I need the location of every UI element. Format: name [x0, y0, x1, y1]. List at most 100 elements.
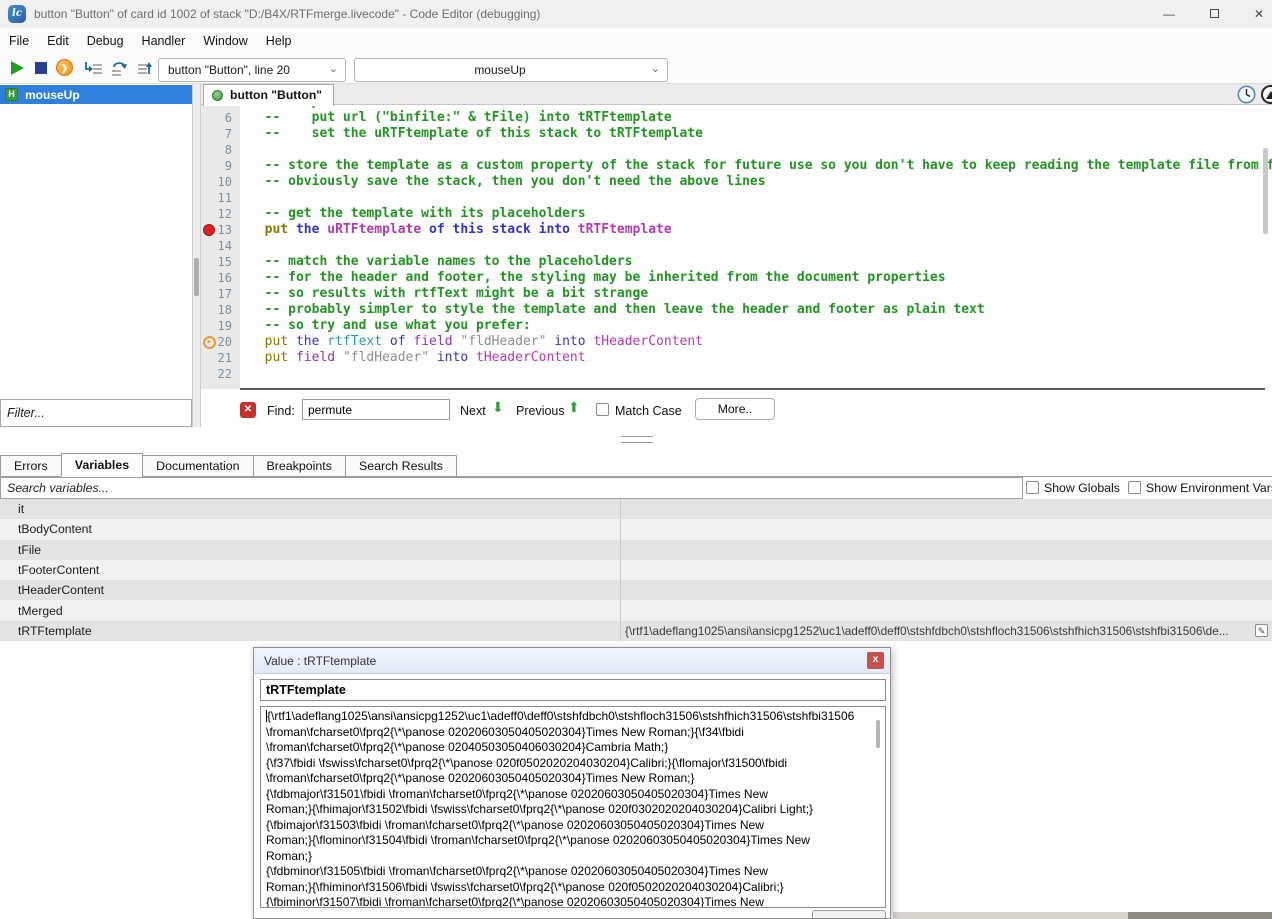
handler-filter-input[interactable] [1, 400, 191, 426]
line-number[interactable]: 21 [201, 350, 240, 366]
code-line-17[interactable]: 17 -- so results with rtfText might be a… [201, 286, 1272, 302]
rtf-content-line: Roman;}{\flominor\f31504\fbidi \froman\f… [266, 833, 880, 849]
dialog-title-bar[interactable]: Value : tRTFtemplate x [254, 648, 890, 674]
line-number[interactable]: 11 [201, 190, 240, 206]
code-line-9[interactable]: 9 -- store the template as a custom prop… [201, 158, 1272, 174]
line-number[interactable]: 18 [201, 302, 240, 318]
context-selector-dropdown[interactable]: button "Button", line 20 [158, 58, 346, 82]
code-line-15[interactable]: 15 -- match the variable names to the pl… [201, 254, 1272, 270]
code-line-20[interactable]: 20 put the rtfText of field "fldHeader" … [201, 334, 1272, 350]
pending-messages-clock-icon[interactable] [1237, 85, 1256, 104]
variable-value-textarea[interactable]: {\rtf1\adeflang1025\ansi\ansicpg1252\uc1… [260, 706, 886, 908]
run-continue-button[interactable] [11, 61, 24, 75]
variable-name: tFooterContent [0, 563, 99, 577]
show-environment-checkbox[interactable] [1128, 481, 1141, 494]
tab-button-button[interactable]: button "Button" [203, 84, 334, 106]
code-line-12[interactable]: 12 -- get the template with its placehol… [201, 206, 1272, 222]
livecode-logo-icon: lc [8, 5, 26, 23]
variable-row-tfile[interactable]: tFile [0, 540, 1272, 560]
tab-variables[interactable]: Variables [61, 453, 143, 477]
next-arrow-icon[interactable] [492, 399, 504, 416]
minimize-button[interactable]: — [1152, 0, 1186, 28]
code-line-22[interactable]: 22 [201, 366, 1272, 382]
stop-debugging-button[interactable] [35, 62, 47, 74]
tab-errors[interactable]: Errors [0, 455, 62, 477]
variable-name-input[interactable] [260, 679, 886, 701]
step-into-button[interactable] [84, 61, 104, 77]
current-line-icon[interactable] [203, 336, 216, 349]
code-line-19[interactable]: 19 -- so try and use what you prefer: [201, 318, 1272, 334]
variable-row-tmerged[interactable]: tMerged [0, 600, 1272, 620]
horizontal-scrollbar-thumb[interactable] [1128, 912, 1272, 919]
code-line-18[interactable]: 18 -- probably simpler to style the temp… [201, 302, 1272, 318]
dialog-scrollbar-thumb[interactable] [876, 720, 880, 748]
code-line-16[interactable]: 16 -- for the header and footer, the sty… [201, 270, 1272, 286]
code-line-10[interactable]: 10 -- obviously save the stack, then you… [201, 174, 1272, 190]
trace-into-button[interactable] [136, 61, 156, 77]
line-number[interactable]: 14 [201, 238, 240, 254]
code-line-21[interactable]: 21 put field "fldHeader" into tHeaderCon… [201, 350, 1272, 366]
script-editor[interactable]: 5 -- put it into tFile6 -- put url ("bin… [201, 105, 1272, 389]
code-text: -- probably simpler to style the templat… [240, 302, 985, 318]
panel-splitter-handle[interactable] [621, 436, 653, 443]
tab-breakpoints[interactable]: Breakpoints [253, 455, 346, 477]
line-number[interactable]: 13 [201, 222, 240, 238]
variable-row-tfootercontent[interactable]: tFooterContent [0, 560, 1272, 580]
line-number[interactable]: 22 [201, 366, 240, 382]
variable-row-trtftemplate[interactable]: tRTFtemplate{\rtf1\adeflang1025\ansi\ans… [0, 621, 1272, 641]
code-line-11[interactable]: 11 [201, 190, 1272, 206]
line-number[interactable]: 10 [201, 174, 240, 190]
show-globals-checkbox[interactable] [1026, 481, 1039, 494]
variable-row-tbodycontent[interactable]: tBodyContent [0, 519, 1272, 539]
maximize-button[interactable] [1197, 0, 1231, 28]
code-line-6[interactable]: 6 -- put url ("binfile:" & tFile) into t… [201, 110, 1272, 126]
line-number[interactable]: 15 [201, 254, 240, 270]
rtf-content-line: \froman\fcharset0\fprq2{\*\panose 020206… [266, 725, 880, 741]
sidebar-item-mouseup[interactable]: H mouseUp [0, 85, 192, 104]
line-number[interactable]: 8 [201, 142, 240, 158]
code-line-7[interactable]: 7 -- set the uRTFtemplate of this stack … [201, 126, 1272, 142]
edit-value-icon[interactable] [1255, 624, 1268, 637]
menu-handler[interactable]: Handler [133, 34, 195, 48]
code-line-13[interactable]: 13 put the uRTFtemplate of this stack in… [201, 222, 1272, 238]
step-over-button[interactable] [56, 59, 73, 76]
rtf-content-line: {\fbimajor\f31503\fbidi \froman\fcharset… [266, 818, 880, 834]
breakpoint-icon[interactable] [203, 224, 215, 236]
find-more-button[interactable]: More.. [695, 398, 775, 420]
variable-row-it[interactable]: it [0, 499, 1272, 519]
line-number[interactable]: 17 [201, 286, 240, 302]
menu-edit[interactable]: Edit [38, 34, 78, 48]
close-button[interactable]: ✕ [1242, 0, 1272, 28]
find-next-button[interactable]: Next [460, 404, 486, 418]
match-case-checkbox[interactable] [596, 403, 609, 416]
menu-window[interactable]: Window [194, 34, 256, 48]
variable-search-input[interactable] [1, 478, 1022, 498]
menu-file[interactable]: File [0, 34, 38, 48]
dialog-partial-button[interactable] [812, 910, 886, 919]
editor-scrollbar-thumb[interactable] [1263, 148, 1268, 234]
line-number[interactable]: 9 [201, 158, 240, 174]
tab-search-results[interactable]: Search Results [345, 455, 457, 477]
line-number[interactable]: 12 [201, 206, 240, 222]
variables-column-divider[interactable] [620, 499, 621, 641]
menu-help[interactable]: Help [257, 34, 301, 48]
previous-arrow-icon[interactable] [568, 399, 580, 416]
tab-documentation[interactable]: Documentation [142, 455, 253, 477]
line-number[interactable]: 7 [201, 126, 240, 142]
line-number[interactable]: 6 [201, 110, 240, 126]
line-number[interactable]: 19 [201, 318, 240, 334]
variable-row-theadercontent[interactable]: tHeaderContent [0, 580, 1272, 600]
step-out-button[interactable] [110, 61, 130, 77]
line-number[interactable]: 20 [201, 334, 240, 350]
code-line-14[interactable]: 14 [201, 238, 1272, 254]
find-previous-button[interactable]: Previous [516, 404, 565, 418]
find-input[interactable] [302, 399, 450, 420]
code-text: -- so results with rtfText might be a bi… [240, 286, 648, 302]
menu-debug[interactable]: Debug [78, 34, 133, 48]
sidebar-scrollbar-thumb[interactable] [194, 258, 199, 296]
dialog-close-button[interactable]: x [867, 652, 884, 669]
handler-selector-dropdown[interactable]: mouseUp [354, 58, 668, 82]
find-close-icon[interactable] [240, 402, 256, 418]
line-number[interactable]: 16 [201, 270, 240, 286]
code-line-8[interactable]: 8 [201, 142, 1272, 158]
